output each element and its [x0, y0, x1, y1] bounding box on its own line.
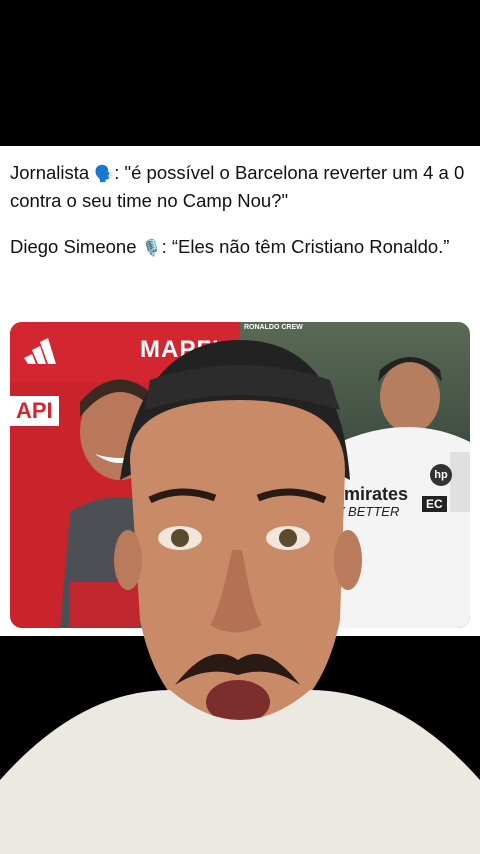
- microphone-icon: 🎙️: [141, 240, 162, 257]
- speaker-simeone: Diego Simeone: [10, 236, 137, 257]
- top-black-bar: [0, 0, 480, 146]
- tweet-line-journalist: Jornalista 🗣️: "é possível o Barcelona r…: [10, 160, 470, 214]
- creator-video-person: [0, 340, 480, 854]
- speaker-journalist: Jornalista: [10, 162, 90, 183]
- ronaldo-crew-tag: RONALDO CREW: [244, 324, 303, 331]
- tweet-line-simeone: Diego Simeone 🎙️: “Eles não têm Cristian…: [10, 234, 470, 262]
- speaking-head-icon: 🗣️: [94, 166, 115, 183]
- tweet-text: Jornalista 🗣️: "é possível o Barcelona r…: [10, 160, 470, 282]
- simeone-quote: : “Eles não têm Cristiano Ronaldo.”: [161, 236, 450, 257]
